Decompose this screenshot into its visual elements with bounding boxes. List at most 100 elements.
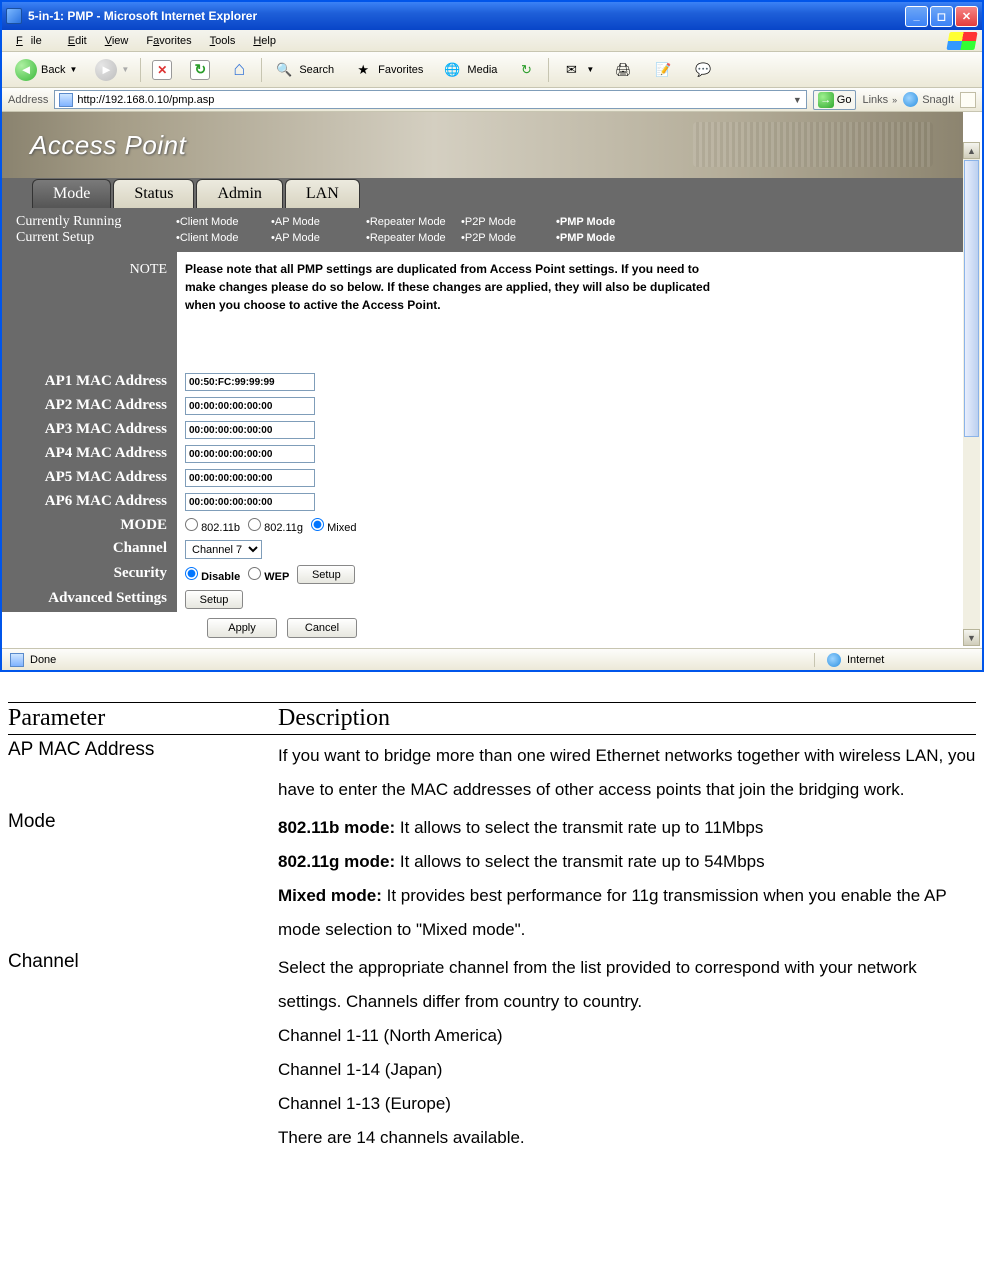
apply-button[interactable]: Apply [207, 618, 277, 638]
mac4-input[interactable] [185, 445, 315, 463]
cancel-button[interactable]: Cancel [287, 618, 357, 638]
tab-admin[interactable]: Admin [196, 179, 282, 208]
chevron-right-icon[interactable]: » [892, 95, 897, 105]
edit-button[interactable]: 📝 [645, 56, 681, 84]
back-button[interactable]: ◄ Back ▼ [8, 56, 84, 84]
maximize-button[interactable]: ◻ [930, 6, 953, 27]
security-disable[interactable]: Disable [185, 567, 240, 583]
tab-lan[interactable]: LAN [285, 179, 360, 208]
star-icon: ★ [352, 59, 374, 81]
status-text: Done [30, 654, 56, 666]
scroll-thumb[interactable] [964, 160, 979, 437]
mode-option[interactable]: •P2P Mode [461, 216, 556, 228]
param-head-parameter: Parameter [8, 705, 278, 732]
mode-label: MODE [2, 514, 177, 537]
mode-option[interactable]: •Repeater Mode [366, 232, 461, 244]
tab-mode[interactable]: Mode [32, 179, 111, 208]
tab-status[interactable]: Status [113, 179, 194, 208]
security-wep[interactable]: WEP [248, 567, 289, 583]
page-title: Access Point [30, 130, 186, 161]
discuss-icon: 💬 [692, 59, 714, 81]
forward-button[interactable]: ► ▼ [88, 56, 136, 84]
mode-option[interactable]: •PMP Mode [556, 232, 651, 244]
param-head-row: Parameter Description [8, 705, 976, 732]
mac6-input[interactable] [185, 493, 315, 511]
mac6-label: AP6 MAC Address [2, 490, 177, 514]
mode-option[interactable]: •Repeater Mode [366, 216, 461, 228]
windows-flag-icon [946, 32, 977, 50]
mac1-input[interactable] [185, 373, 315, 391]
close-button[interactable]: ✕ [955, 6, 978, 27]
media-button[interactable]: 🌐Media [434, 56, 504, 84]
search-button[interactable]: 🔍Search [266, 56, 341, 84]
param-row: Channel Select the appropriate channel f… [8, 951, 976, 1155]
history-button[interactable]: ↻ [508, 56, 544, 84]
page-icon [10, 653, 24, 667]
menu-view[interactable]: View [97, 33, 137, 49]
mode-option[interactable]: •P2P Mode [461, 232, 556, 244]
globe-icon: 🌐 [441, 59, 463, 81]
mail-button[interactable]: ✉▼ [553, 56, 601, 84]
advanced-label: Advanced Settings [2, 587, 177, 612]
param-row: Mode 802.11b mode: It allows to select t… [8, 811, 976, 947]
window-title: 5-in-1: PMP - Microsoft Internet Explore… [28, 9, 257, 23]
mode-mixed[interactable]: Mixed [311, 518, 356, 534]
mac3-input[interactable] [185, 421, 315, 439]
home-icon [228, 59, 250, 81]
mode-option[interactable]: •AP Mode [271, 232, 366, 244]
scroll-up-button[interactable]: ▲ [963, 142, 980, 159]
menu-file[interactable]: File [8, 33, 58, 49]
history-icon: ↻ [515, 59, 537, 81]
channel-select[interactable]: Channel 7 [185, 540, 262, 559]
security-setup-button[interactable]: Setup [297, 565, 355, 584]
menu-edit[interactable]: Edit [60, 33, 95, 49]
advanced-setup-button[interactable]: Setup [185, 590, 243, 609]
scroll-down-button[interactable]: ▼ [963, 629, 980, 646]
home-button[interactable] [221, 56, 257, 84]
zone-section: Internet [814, 653, 974, 667]
snagit-button[interactable]: SnagIt [903, 92, 954, 107]
chevron-down-icon[interactable]: ▼ [793, 95, 802, 105]
mail-icon: ✉ [560, 59, 582, 81]
mode-option[interactable]: •AP Mode [271, 216, 366, 228]
mac2-input[interactable] [185, 397, 315, 415]
mode-option[interactable]: •Client Mode [176, 232, 271, 244]
menu-tools[interactable]: Tools [202, 33, 244, 49]
links-label[interactable]: Links [862, 94, 888, 106]
chevron-down-icon: ▼ [69, 65, 77, 74]
go-button[interactable]: → Go [813, 90, 857, 110]
mode-option[interactable]: •PMP Mode [556, 216, 651, 228]
minimize-button[interactable]: _ [905, 6, 928, 27]
address-input[interactable]: http://192.168.0.10/pmp.asp ▼ [54, 90, 806, 109]
stop-button[interactable] [145, 57, 179, 83]
ie-icon [6, 8, 22, 24]
print-button[interactable]: 🖨 [605, 56, 641, 84]
form-area: NOTE Please note that all PMP settings a… [2, 252, 963, 648]
favorites-button[interactable]: ★Favorites [345, 56, 430, 84]
page-icon [59, 93, 73, 107]
scroll-track[interactable] [963, 438, 980, 629]
snagit-options-icon[interactable] [960, 92, 976, 108]
banner: Access Point [2, 112, 963, 178]
param-desc: 802.11b mode: It allows to select the tr… [278, 811, 976, 947]
menubar: File Edit View Favorites Tools Help [2, 30, 982, 52]
vertical-scrollbar[interactable]: ▲ ▼ [963, 142, 980, 646]
menu-help[interactable]: Help [245, 33, 284, 49]
toolbar: ◄ Back ▼ ► ▼ 🔍Search ★Favorites 🌐Media ↻… [2, 52, 982, 88]
menu-favorites[interactable]: Favorites [138, 33, 199, 49]
snagit-icon [903, 92, 918, 107]
param-head-description: Description [278, 705, 976, 732]
mac1-label: AP1 MAC Address [2, 370, 177, 394]
mac5-input[interactable] [185, 469, 315, 487]
mode-802-11b[interactable]: 802.11b [185, 518, 240, 534]
param-name: Mode [8, 811, 278, 947]
mode-802-11g[interactable]: 802.11g [248, 518, 303, 534]
titlebar: 5-in-1: PMP - Microsoft Internet Explore… [2, 2, 982, 30]
mode-option[interactable]: •Client Mode [176, 216, 271, 228]
mac2-label: AP2 MAC Address [2, 394, 177, 418]
refresh-button[interactable] [183, 57, 217, 83]
discuss-button[interactable]: 💬 [685, 56, 721, 84]
setup-label: Current Setup [16, 230, 176, 246]
forward-arrow-icon: ► [95, 59, 117, 81]
chevron-down-icon: ▼ [121, 65, 129, 74]
